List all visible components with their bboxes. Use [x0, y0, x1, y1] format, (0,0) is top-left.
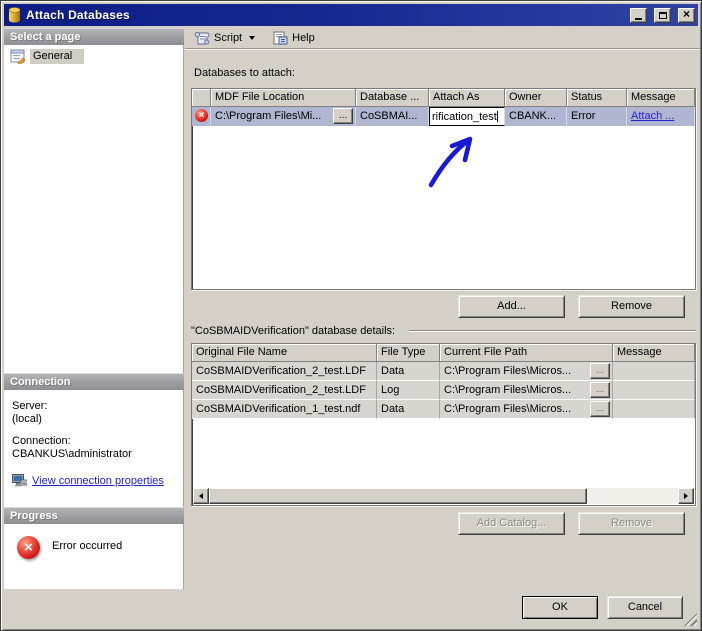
help-icon [273, 31, 288, 45]
minimize-icon [635, 17, 642, 20]
progress-status: Error occurred [52, 540, 123, 552]
file-name-value: CoSBMAIDVerification_2_test.LDF [192, 362, 377, 381]
database-icon [8, 7, 21, 23]
attach-as-edit-field[interactable]: rification_test [429, 107, 505, 126]
attach-databases-dialog: Attach Databases × Select a page General… [0, 0, 702, 631]
scroll-right-button[interactable] [678, 488, 694, 504]
attach-databases-grid: MDF File Location Database ... Attach As… [191, 88, 696, 290]
column-header-rowstate[interactable] [192, 89, 211, 107]
attach-as-value: rification_test [432, 111, 497, 123]
connection-panel: Server: (local) Connection: CBANKUS\admi… [4, 390, 184, 507]
caption-divider [409, 330, 696, 332]
details-message-value [613, 381, 695, 400]
sidebar-item-general[interactable]: General [4, 45, 183, 64]
details-row[interactable]: CoSBMAIDVerification_2_test.LDF Data C:\… [192, 362, 695, 381]
database-name-value: CoSBMAI... [356, 107, 429, 126]
cancel-button[interactable]: Cancel [607, 596, 683, 619]
add-catalog-button[interactable]: Add Catalog... [458, 512, 565, 535]
remove-button[interactable]: Remove [578, 295, 685, 318]
file-path-value: C:\Program Files\Micros... [444, 403, 572, 415]
column-header-message[interactable]: Message [627, 89, 695, 107]
server-value: (local) [12, 413, 42, 425]
add-button[interactable]: Add... [458, 295, 565, 318]
remove-catalog-button[interactable]: Remove [578, 512, 685, 535]
chevron-down-icon [249, 36, 256, 40]
file-name-value: CoSBMAIDVerification_2_test.LDF [192, 381, 377, 400]
column-header-status[interactable]: Status [567, 89, 627, 107]
horizontal-scrollbar[interactable] [193, 488, 694, 504]
error-icon: × [17, 536, 40, 559]
column-header-details-message[interactable]: Message [613, 344, 695, 362]
scroll-left-button[interactable] [193, 488, 209, 504]
maximize-button[interactable] [654, 7, 671, 23]
attach-grid-header: MDF File Location Database ... Attach As… [192, 89, 695, 107]
file-name-value: CoSBMAIDVerification_1_test.ndf [192, 400, 377, 419]
resize-grip[interactable] [684, 613, 697, 626]
column-header-original-file-name[interactable]: Original File Name [192, 344, 377, 362]
script-button[interactable]: Script [190, 30, 259, 46]
file-type-value: Log [377, 381, 440, 400]
owner-value: CBANK... [505, 107, 567, 126]
row-error-icon: × [195, 109, 208, 122]
script-icon [194, 31, 210, 45]
attach-grid-row[interactable]: × C:\Program Files\Mi... ... CoSBMAI... … [192, 107, 695, 126]
window-title: Attach Databases [26, 8, 130, 22]
ok-button[interactable]: OK [522, 596, 598, 619]
arrow-left-icon [199, 493, 203, 499]
browse-mdf-button[interactable]: ... [333, 108, 353, 124]
details-row[interactable]: CoSBMAIDVerification_1_test.ndf Data C:\… [192, 400, 695, 419]
column-header-owner[interactable]: Owner [505, 89, 567, 107]
close-icon: × [682, 7, 690, 21]
status-value: Error [567, 107, 627, 126]
browse-path-button[interactable]: ... [590, 363, 610, 379]
connection-properties-icon [12, 474, 27, 488]
column-header-file-type[interactable]: File Type [377, 344, 440, 362]
view-connection-properties-link[interactable]: View connection properties [32, 475, 164, 487]
sidebar-item-label: General [30, 49, 85, 64]
maximize-icon [658, 11, 667, 19]
text-caret [496, 111, 498, 122]
file-path-value: C:\Program Files\Micros... [444, 384, 572, 396]
connection-label: Connection: [12, 435, 71, 447]
script-button-label: Script [214, 32, 243, 44]
server-label: Server: [12, 400, 48, 412]
scrollbar-track[interactable] [587, 488, 678, 504]
details-message-value [613, 400, 695, 419]
details-row[interactable]: CoSBMAIDVerification_2_test.LDF Log C:\P… [192, 381, 695, 400]
attach-message-link[interactable]: Attach ... [631, 110, 674, 122]
file-type-value: Data [377, 362, 440, 381]
dialog-toolbar: Script Help [185, 28, 700, 49]
database-details-label: "CoSBMAIDVerification" database details: [191, 325, 396, 337]
arrow-right-icon [684, 493, 688, 499]
close-button[interactable]: × [678, 7, 695, 23]
databases-to-attach-label: Databases to attach: [194, 67, 295, 79]
help-button-label: Help [292, 32, 315, 44]
database-details-grid: Original File Name File Type Current Fil… [191, 343, 696, 506]
column-header-current-file-path[interactable]: Current File Path [440, 344, 613, 362]
column-header-database[interactable]: Database ... [356, 89, 429, 107]
general-page-icon [10, 49, 26, 64]
progress-header: Progress [4, 507, 184, 524]
progress-panel: × Error occurred [4, 524, 184, 589]
details-message-value [613, 362, 695, 381]
column-header-attach-as[interactable]: Attach As [429, 89, 505, 107]
file-type-value: Data [377, 400, 440, 419]
minimize-button[interactable] [630, 7, 647, 23]
help-button[interactable]: Help [269, 30, 319, 46]
browse-path-button[interactable]: ... [590, 382, 610, 398]
select-page-panel: General [4, 45, 184, 373]
column-header-mdf-location[interactable]: MDF File Location [211, 89, 356, 107]
details-grid-header: Original File Name File Type Current Fil… [192, 344, 695, 362]
title-bar[interactable]: Attach Databases × [4, 4, 698, 26]
file-path-value: C:\Program Files\Micros... [444, 365, 572, 377]
connection-header: Connection [4, 373, 184, 390]
browse-path-button[interactable]: ... [590, 401, 610, 417]
scrollbar-thumb[interactable] [209, 488, 587, 504]
mdf-location-value: C:\Program Files\Mi... [215, 110, 322, 122]
select-page-header: Select a page [4, 28, 184, 45]
connection-value: CBANKUS\administrator [12, 448, 132, 460]
